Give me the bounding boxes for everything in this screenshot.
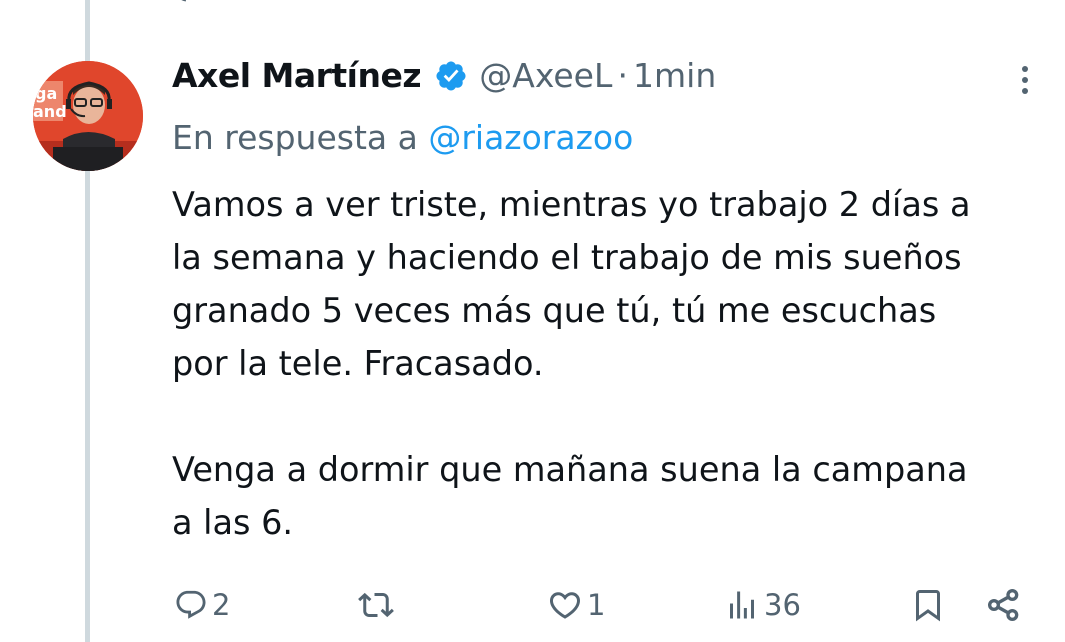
reply-context: En respuesta a @riazorazoo bbox=[172, 118, 633, 157]
svg-text:ga: ga bbox=[35, 84, 57, 103]
share-button[interactable] bbox=[984, 582, 1024, 628]
tweet-timestamp[interactable]: 1min bbox=[633, 56, 716, 95]
share-icon bbox=[988, 589, 1019, 621]
verified-badge-icon[interactable] bbox=[434, 59, 468, 93]
views-button[interactable]: 36 bbox=[724, 582, 801, 628]
reply-count: 2 bbox=[212, 588, 231, 622]
tweet-paragraph: Venga a dormir que mañana suena la campa… bbox=[172, 450, 968, 542]
separator-dot: · bbox=[617, 56, 628, 95]
tweet-header: Axel Martínez @AxeeL · 1min bbox=[172, 56, 716, 106]
views-chart-icon bbox=[730, 591, 754, 619]
like-button[interactable]: 1 bbox=[547, 582, 605, 628]
bookmark-button[interactable] bbox=[910, 582, 946, 628]
bookmark-icon[interactable] bbox=[918, 0, 958, 6]
like-count: 1 bbox=[587, 588, 606, 622]
reply-button[interactable]: 2 bbox=[174, 582, 230, 628]
author-name[interactable]: Axel Martínez bbox=[172, 56, 422, 95]
svg-text:and: and bbox=[33, 102, 67, 121]
share-icon[interactable] bbox=[1000, 0, 1040, 6]
tweet-paragraph: Vamos a ver triste, mientras yo trabajo … bbox=[172, 185, 971, 383]
retweet-button[interactable] bbox=[358, 582, 398, 628]
reply-prefix: En respuesta a bbox=[172, 118, 418, 157]
more-options-icon[interactable] bbox=[1014, 66, 1036, 102]
reply-icon bbox=[176, 590, 206, 619]
tweet-text: Vamos a ver triste, mientras yo trabajo … bbox=[172, 178, 1052, 549]
heart-icon bbox=[549, 592, 581, 619]
retweet-icon bbox=[358, 592, 394, 618]
reply-icon[interactable] bbox=[174, 0, 204, 6]
reply-mention-link[interactable]: @riazorazoo bbox=[428, 118, 633, 157]
author-handle[interactable]: @AxeeL bbox=[479, 56, 612, 95]
author-avatar[interactable]: ga and bbox=[33, 61, 143, 171]
bookmark-icon bbox=[916, 590, 940, 622]
views-count: 36 bbox=[764, 588, 801, 622]
tweet-actions: 2 1 36 bbox=[172, 582, 1042, 628]
person-avatar-icon: ga and bbox=[33, 61, 143, 171]
